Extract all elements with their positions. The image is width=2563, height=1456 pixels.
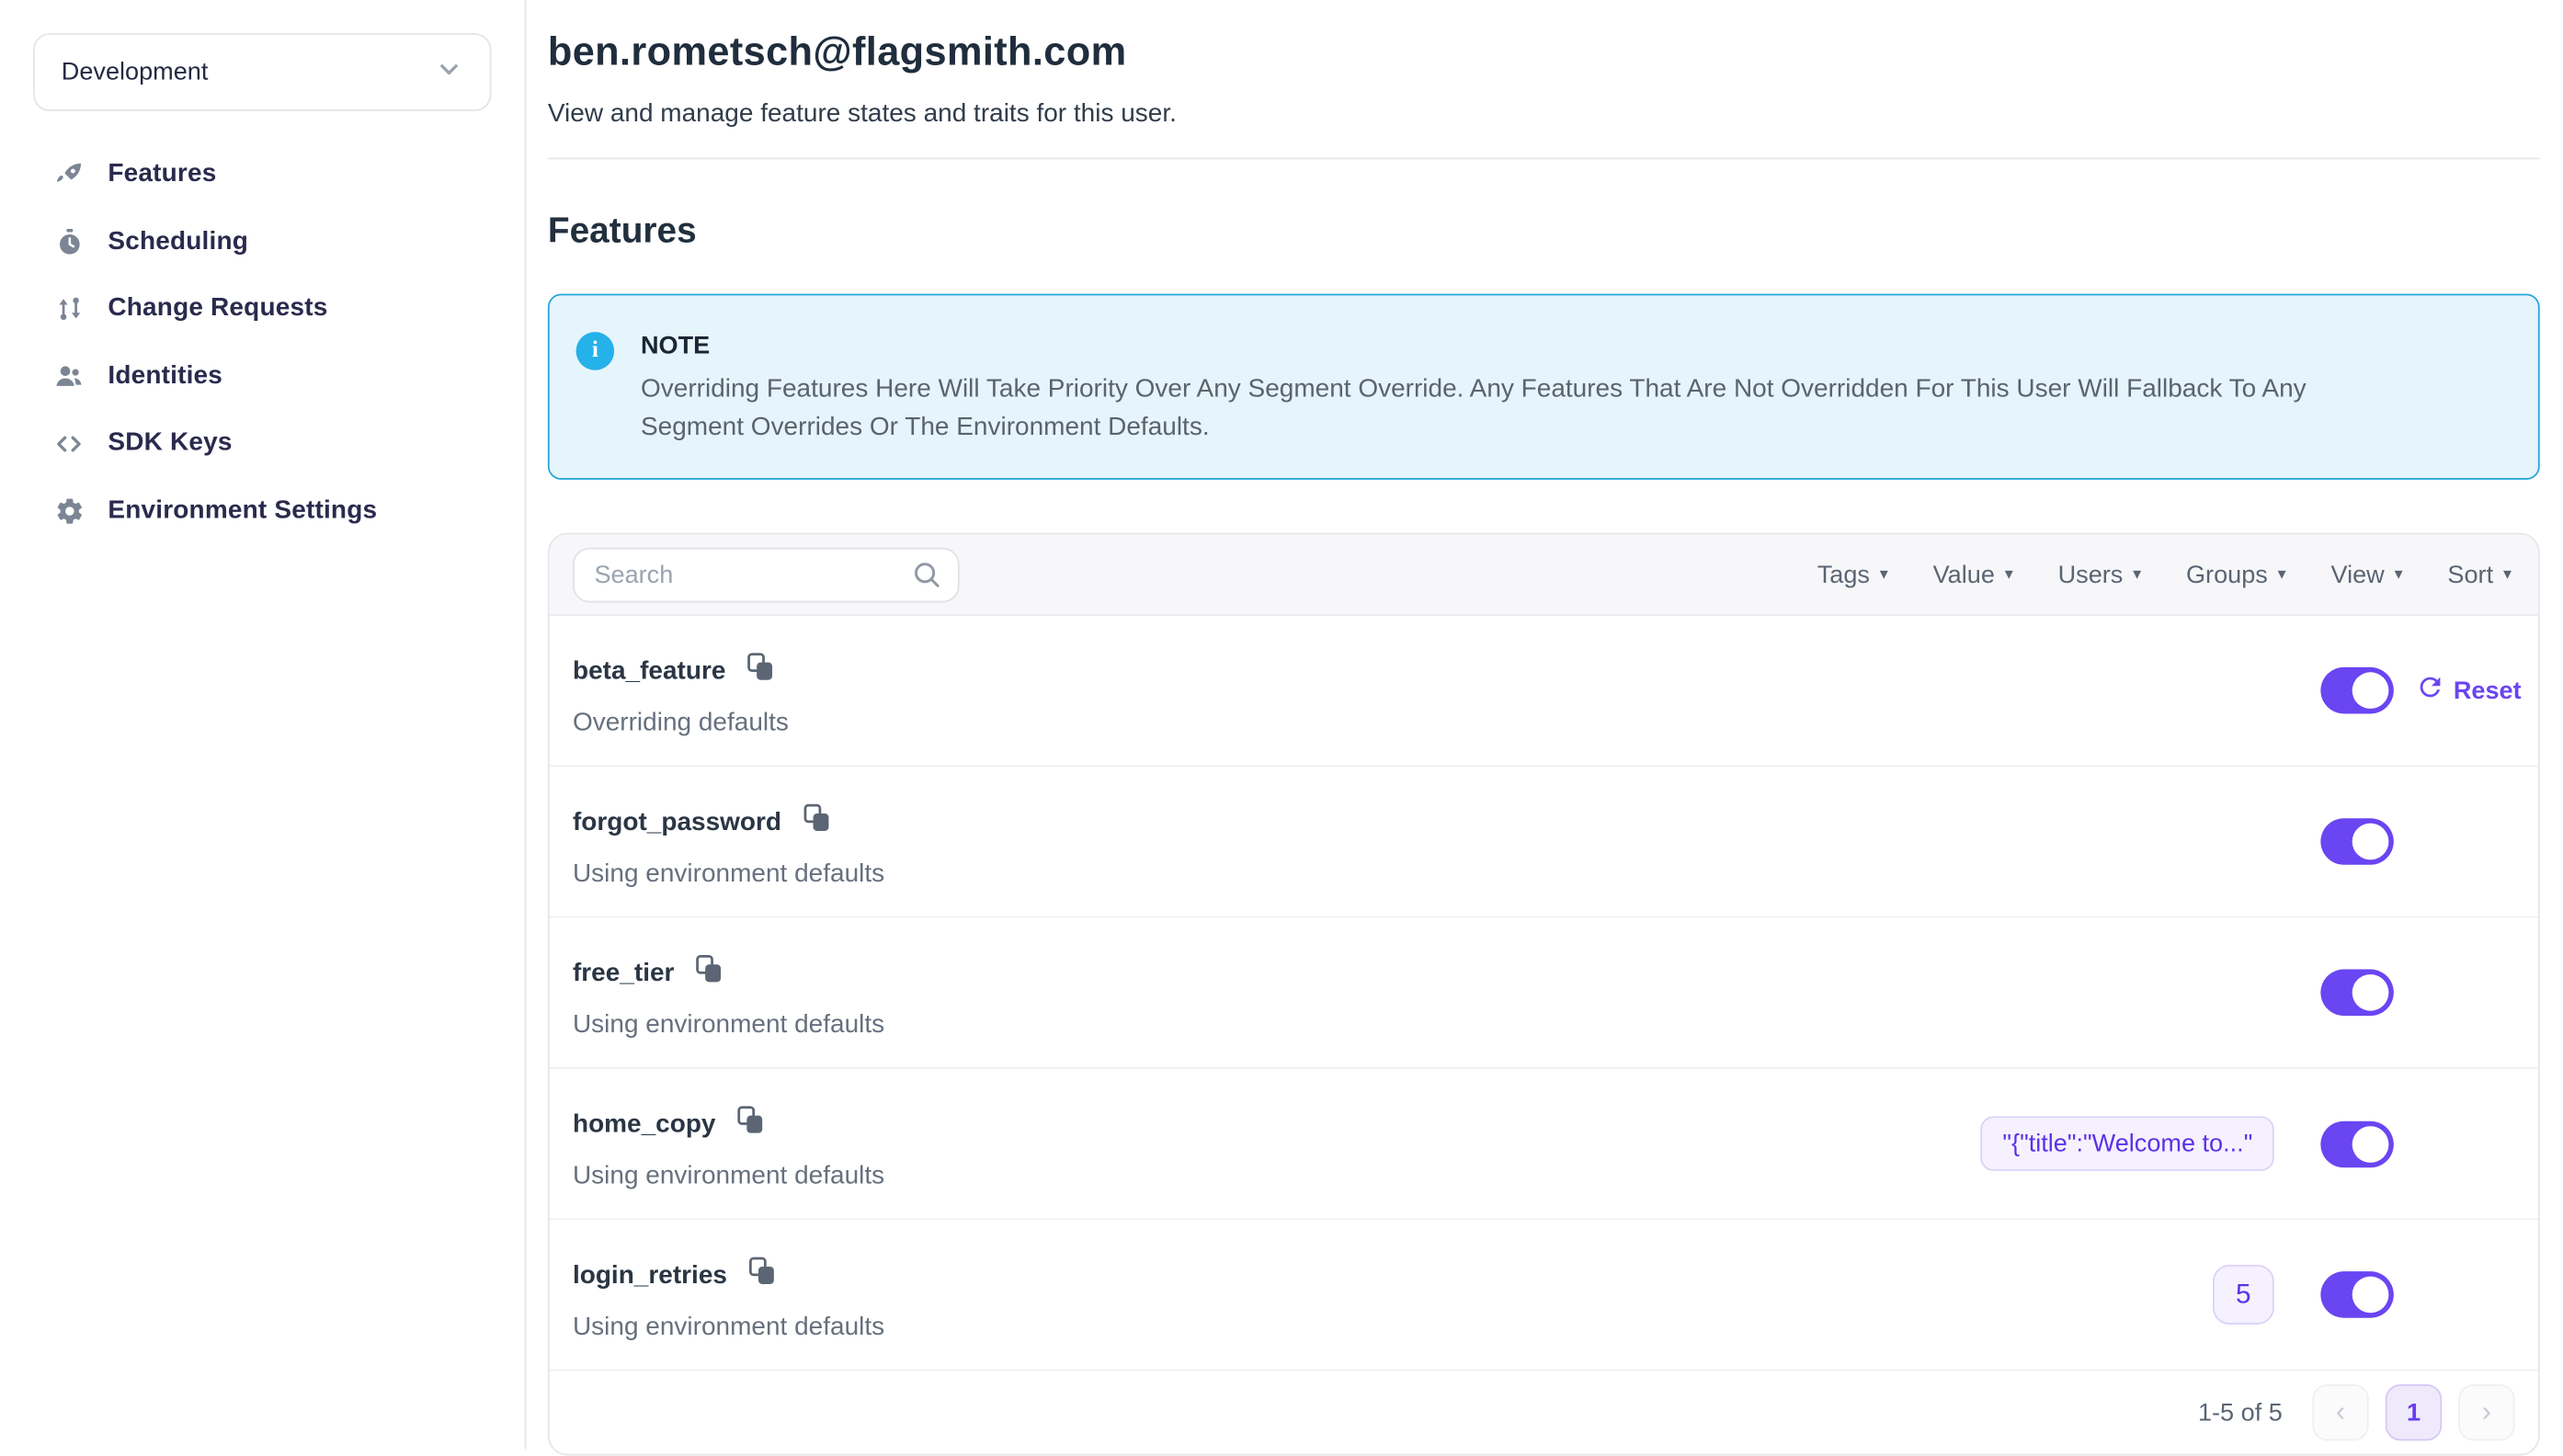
copy-icon[interactable] [748, 1257, 777, 1295]
copy-icon[interactable] [696, 954, 724, 993]
sidebar-item-sdk-keys[interactable]: SDK Keys [33, 410, 491, 477]
features-toolbar: Tags▾ Value▾ Users▾ Groups▾ View▾ Sort▾ [550, 534, 2538, 615]
feature-name[interactable]: login_retries [573, 1260, 727, 1291]
refresh-icon [2415, 671, 2445, 710]
people-icon [53, 360, 85, 392]
feature-status: Using environment defaults [573, 1313, 884, 1343]
search-icon [911, 559, 942, 598]
feature-row[interactable]: free_tier Using environment defaults [550, 918, 2538, 1069]
rocket-icon [53, 159, 85, 190]
next-page-button[interactable]: › [2458, 1384, 2514, 1440]
filter-users[interactable]: Users▾ [2058, 560, 2142, 588]
sidebar-item-label: Scheduling [108, 227, 248, 257]
caret-down-icon: ▾ [2503, 564, 2512, 585]
sidebar-item-label: SDK Keys [108, 428, 232, 459]
copy-icon[interactable] [747, 653, 776, 691]
pagination-range: 1-5 of 5 [2198, 1398, 2283, 1427]
feature-toggle[interactable] [2320, 818, 2393, 865]
sidebar: Development Features Scheduling [0, 0, 526, 1449]
stopwatch-icon [53, 226, 85, 257]
feature-status: Overriding defaults [573, 709, 789, 739]
filter-tags[interactable]: Tags▾ [1817, 560, 1888, 588]
feature-row[interactable]: login_retries Using environment defaults… [550, 1220, 2538, 1371]
caret-down-icon: ▾ [2133, 564, 2141, 585]
filter-bar: Tags▾ Value▾ Users▾ Groups▾ View▾ Sort▾ [1817, 560, 2515, 588]
prev-page-button[interactable]: ‹ [2312, 1384, 2368, 1440]
caret-down-icon: ▾ [2278, 564, 2286, 585]
feature-row[interactable]: home_copy Using environment defaults "{"… [550, 1069, 2538, 1220]
swap-arrows-icon [53, 293, 85, 324]
feature-name[interactable]: beta_feature [573, 656, 725, 687]
toggle-knob [2352, 824, 2389, 860]
chevron-down-icon [435, 54, 463, 91]
caret-down-icon: ▾ [2005, 564, 2013, 585]
feature-name[interactable]: forgot_password [573, 807, 781, 837]
feature-toggle[interactable] [2320, 667, 2393, 714]
environment-selector[interactable]: Development [33, 33, 491, 111]
chevron-right-icon: › [2482, 1396, 2491, 1429]
feature-status: Using environment defaults [573, 1011, 884, 1041]
page-title: ben.rometsch@flagsmith.com [548, 28, 2540, 78]
reset-button[interactable]: Reset [2415, 671, 2521, 710]
note-text: Overriding Features Here Will Take Prior… [641, 370, 2404, 447]
toggle-knob [2352, 1277, 2389, 1314]
feature-value-chip[interactable]: 5 [2213, 1265, 2274, 1325]
sidebar-item-scheduling[interactable]: Scheduling [33, 209, 491, 276]
copy-icon[interactable] [737, 1106, 766, 1144]
caret-down-icon: ▾ [1880, 564, 1888, 585]
feature-status: Using environment defaults [573, 859, 884, 890]
copy-icon[interactable] [803, 803, 831, 842]
environment-selector-value: Development [62, 58, 209, 86]
gear-icon [53, 495, 85, 527]
sidebar-item-change-requests[interactable]: Change Requests [33, 276, 491, 343]
page-subtitle: View and manage feature states and trait… [548, 99, 2540, 130]
pagination: 1-5 of 5 ‹ 1 › [550, 1371, 2538, 1454]
search-box [573, 547, 960, 602]
header-divider [548, 158, 2540, 160]
info-icon: i [576, 332, 615, 370]
reset-label: Reset [2454, 677, 2522, 705]
filter-sort[interactable]: Sort▾ [2447, 560, 2512, 588]
sidebar-item-label: Identities [108, 361, 222, 392]
features-panel: Tags▾ Value▾ Users▾ Groups▾ View▾ Sort▾ … [548, 533, 2540, 1456]
sidebar-item-label: Features [108, 160, 216, 190]
feature-row[interactable]: forgot_password Using environment defaul… [550, 767, 2538, 917]
sidebar-item-label: Change Requests [108, 294, 327, 324]
sidebar-nav: Features Scheduling Change Requests Iden… [33, 141, 491, 544]
toggle-knob [2352, 1125, 2389, 1162]
sidebar-item-identities[interactable]: Identities [33, 343, 491, 410]
sidebar-item-label: Environment Settings [108, 495, 377, 526]
filter-view[interactable]: View▾ [2331, 560, 2403, 588]
feature-name[interactable]: free_tier [573, 959, 674, 989]
feature-toggle[interactable] [2320, 970, 2393, 1017]
code-icon [53, 427, 85, 459]
note-callout: i NOTE Overriding Features Here Will Tak… [548, 294, 2540, 480]
caret-down-icon: ▾ [2395, 564, 2403, 585]
feature-toggle[interactable] [2320, 1120, 2393, 1167]
note-title: NOTE [641, 332, 2404, 360]
current-page-button[interactable]: 1 [2386, 1384, 2442, 1440]
toggle-knob [2352, 974, 2389, 1011]
main-content: ben.rometsch@flagsmith.com View and mana… [526, 0, 2563, 1449]
filter-groups[interactable]: Groups▾ [2186, 560, 2286, 588]
feature-name[interactable]: home_copy [573, 1109, 716, 1140]
filter-value[interactable]: Value▾ [1933, 560, 2013, 588]
feature-value-chip[interactable]: "{"title":"Welcome to..." [1981, 1116, 2274, 1171]
toggle-knob [2352, 672, 2389, 709]
feature-toggle[interactable] [2320, 1271, 2393, 1318]
sidebar-item-features[interactable]: Features [33, 141, 491, 208]
chevron-left-icon: ‹ [2336, 1396, 2345, 1429]
search-input[interactable] [573, 547, 960, 602]
feature-row[interactable]: beta_feature Overriding defaults Reset [550, 616, 2538, 767]
feature-status: Using environment defaults [573, 1162, 884, 1192]
app-window: Development Features Scheduling [0, 0, 2563, 1449]
sidebar-item-environment-settings[interactable]: Environment Settings [33, 477, 491, 544]
features-heading: Features [548, 210, 2540, 252]
